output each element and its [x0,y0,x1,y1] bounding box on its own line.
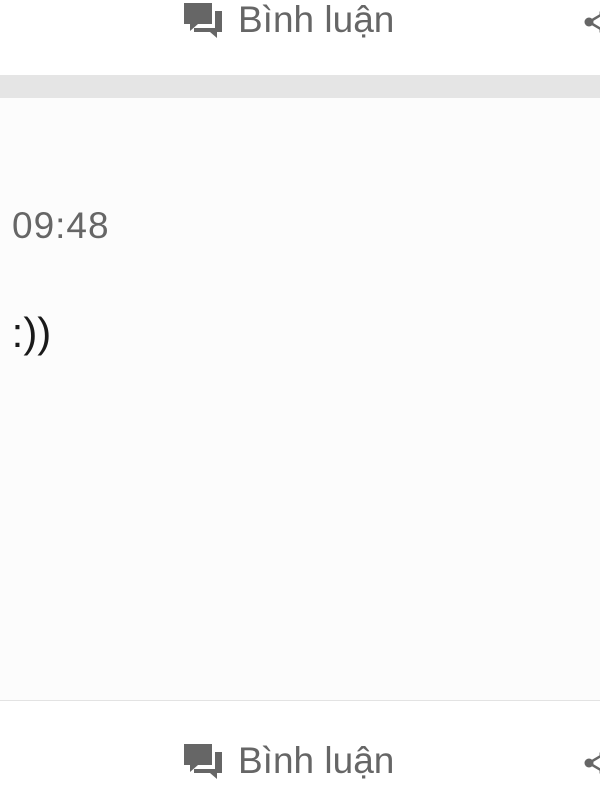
feed-separator [0,75,600,98]
share-icon[interactable] [582,7,600,37]
comment-label: Bình luận [238,740,395,781]
comment-button[interactable]: Bình luận [178,0,394,42]
card-gap [0,665,600,700]
comment-icon [184,3,222,38]
feed-screen: Bình luận 09:48 ) :)) Bình luận [0,0,600,800]
comment-icon [184,744,222,779]
comment-label: Bình luận [238,0,395,40]
post-timestamp: 09:48 [12,205,110,246]
post-card: 09:48 ) :)) [0,98,600,667]
share-icon[interactable] [582,748,600,778]
comment-button[interactable]: Bình luận [178,739,394,783]
post-action-bar-bottom: Bình luận [0,700,600,800]
post-action-bar-top: Bình luận [0,0,600,53]
post-body-text: ) :)) [0,309,52,356]
